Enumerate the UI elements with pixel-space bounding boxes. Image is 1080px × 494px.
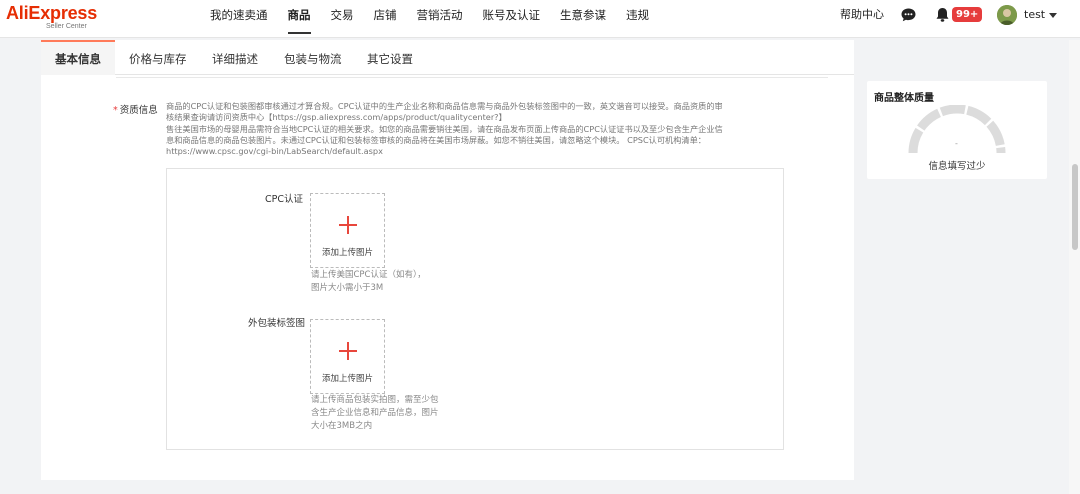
cpc-hint: 请上传美国CPC认证（如有）， 图片大小需小于3M: [311, 269, 426, 295]
bell-icon[interactable]: [935, 7, 950, 23]
quality-card: 商品整体质量 - 信息填写过少: [867, 81, 1047, 179]
cpc-upload-button[interactable]: 添加上传图片: [310, 193, 385, 268]
nav-item-store[interactable]: 店铺: [364, 0, 407, 38]
nav-item-marketing[interactable]: 营销活动: [407, 0, 473, 38]
top-navigation: AliExpress Seller Center 我的速卖通 商品 交易 店铺 …: [0, 0, 1080, 38]
quality-status: 信息填写过少: [928, 161, 986, 172]
tab-price-inventory[interactable]: 价格与库存: [129, 40, 187, 75]
hint-line: 含生产企业信息和产品信息，图片: [311, 408, 439, 418]
description-line: 商品的CPC认证和包装图都审核通过才算合规。CPC认证中的生产企业名称和商品信息…: [166, 101, 723, 111]
hint-line: 大小在3MB之内: [311, 421, 373, 431]
quality-score: -: [955, 139, 958, 148]
aliexpress-logo[interactable]: AliExpress Seller Center: [6, 3, 126, 35]
tab-basic-info[interactable]: 基本信息: [41, 40, 115, 75]
nav-item-account[interactable]: 账号及认证: [473, 0, 551, 38]
cpsc-link[interactable]: https://www.cpsc.gov/cgi-bin/LabSearch/d…: [166, 146, 771, 157]
product-tabs: 基本信息 价格与库存 详细描述 包装与物流 其它设置: [41, 40, 854, 75]
required-mark: *: [113, 105, 118, 116]
nav-item-business-advisor[interactable]: 生意参谋: [550, 0, 616, 38]
quality-title: 商品整体质量: [874, 93, 934, 104]
qualification-upload-box: CPC认证 添加上传图片 请上传美国CPC认证（如有）， 图片大小需小于3M 外…: [166, 168, 784, 450]
nav-item-orders[interactable]: 交易: [321, 0, 364, 38]
tab-description[interactable]: 详细描述: [212, 40, 258, 75]
upload-label: 添加上传图片: [321, 374, 373, 384]
qualification-label: * 资质信息: [113, 102, 158, 116]
cpc-label: CPC认证: [265, 194, 303, 205]
hint-line: 请上传商品包装实拍图，需至少包: [311, 395, 439, 405]
logo-text: AliExpress: [6, 3, 98, 23]
quality-center-link[interactable]: 核结果查询请访问资质中心【https://gsp.aliexpress.com/…: [166, 112, 771, 123]
section-divider: [116, 77, 828, 78]
page-scrollbar[interactable]: [1069, 40, 1080, 494]
description-line: 息和商品信息的商品包装图片。未通过CPC认证和包装标签审核的商品将在美国市场屏蔽…: [166, 134, 706, 145]
tab-other-settings[interactable]: 其它设置: [367, 40, 413, 75]
upload-label: 添加上传图片: [321, 248, 373, 258]
hint-line: 图片大小需小于3M: [311, 283, 384, 293]
tab-packaging-logistics[interactable]: 包装与物流: [284, 40, 342, 75]
package-upload-button[interactable]: 添加上传图片: [310, 319, 385, 394]
plus-icon: [339, 342, 357, 360]
main-menu: 我的速卖通 商品 交易 店铺 营销活动 账号及认证 生意参谋 违规: [200, 0, 659, 38]
notification-badge[interactable]: 99+: [952, 7, 983, 22]
chat-icon[interactable]: [901, 8, 916, 22]
qualification-description: 商品的CPC认证和包装图都审核通过才算合规。CPC认证中的生产企业名称和商品信息…: [166, 101, 771, 157]
package-label: 外包装标签图: [248, 318, 306, 329]
hint-line: 请上传美国CPC认证（如有），: [311, 270, 426, 280]
help-center-link[interactable]: 帮助中心: [840, 0, 884, 30]
qualification-label-text: 资质信息: [119, 105, 158, 116]
product-edit-panel: 基本信息 价格与库存 详细描述 包装与物流 其它设置 * 资质信息 商品的CPC认…: [41, 40, 854, 480]
username[interactable]: test: [1024, 0, 1045, 30]
nav-item-my-aliexpress[interactable]: 我的速卖通: [200, 0, 278, 38]
logo-subtitle: Seller Center: [46, 23, 87, 30]
package-hint: 请上传商品包装实拍图，需至少包 含生产企业信息和产品信息，图片 大小在3MB之内: [311, 394, 439, 433]
caret-down-icon[interactable]: [1049, 13, 1057, 18]
nav-item-violations[interactable]: 违规: [616, 0, 659, 38]
avatar[interactable]: [997, 5, 1017, 25]
plus-icon: [339, 216, 357, 234]
nav-item-products[interactable]: 商品: [278, 0, 321, 38]
scroll-thumb[interactable]: [1072, 164, 1078, 250]
description-line: 售往美国市场的母婴用品需符合当地CPC认证的相关要求。如您的商品需要销往美国，请…: [166, 123, 723, 134]
